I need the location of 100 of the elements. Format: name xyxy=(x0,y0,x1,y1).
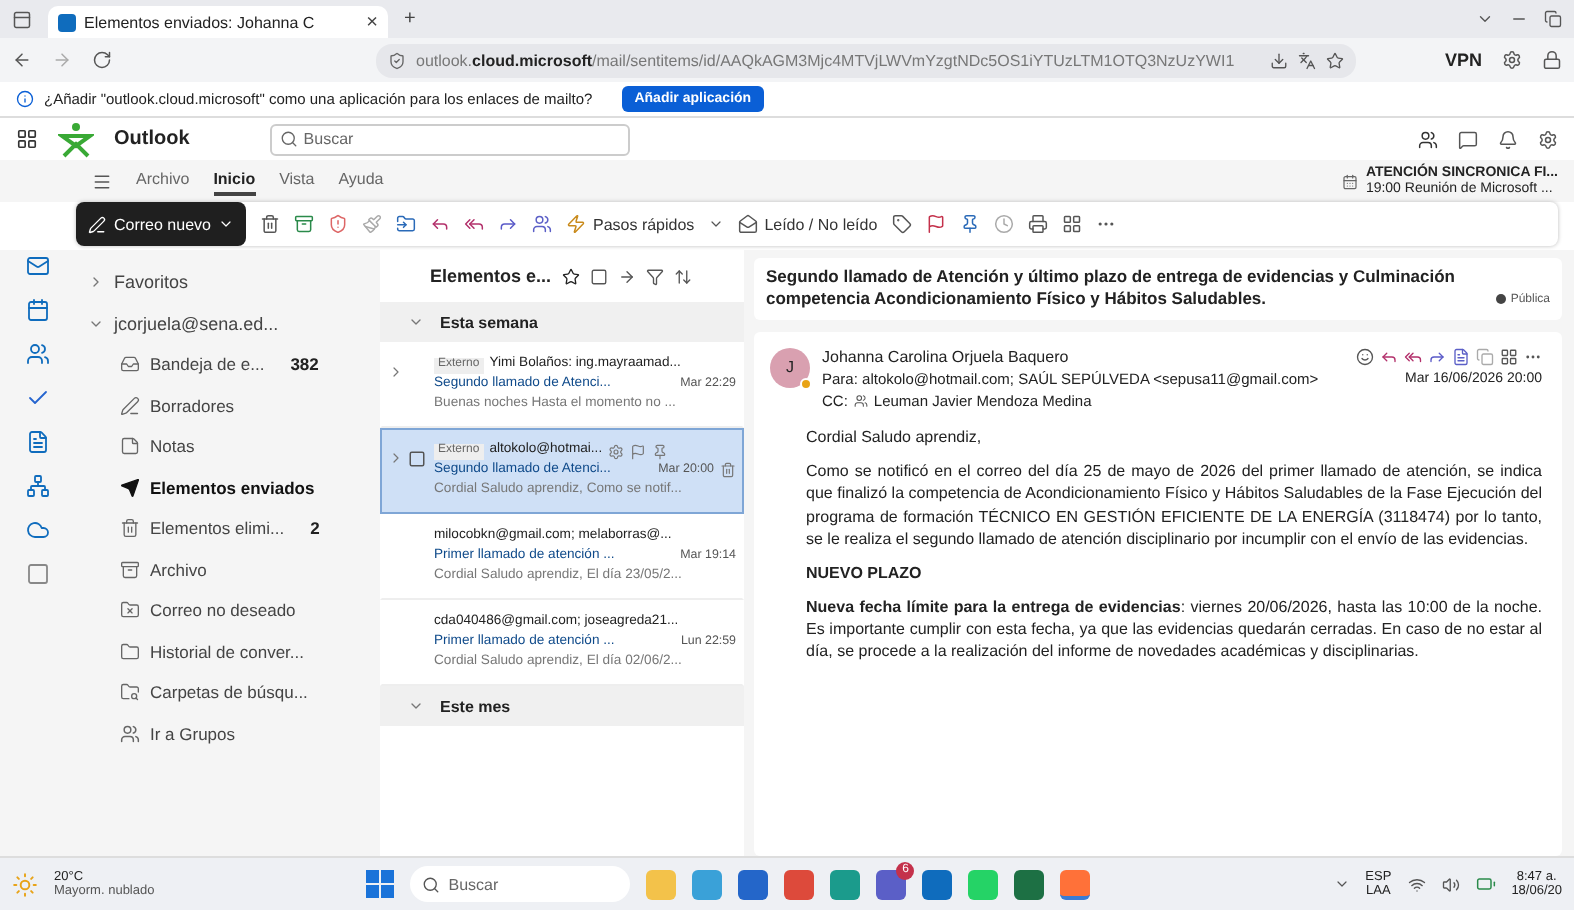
sort-icon[interactable] xyxy=(673,267,692,285)
sender-name: Johanna Carolina Orjuela Baquero xyxy=(822,347,1069,366)
tag-icon[interactable] xyxy=(891,214,912,234)
folder-item[interactable]: Correo no deseado xyxy=(76,590,380,631)
quick-steps-button[interactable]: Pasos rápidos xyxy=(566,214,695,234)
restore-icon[interactable] xyxy=(1544,10,1562,28)
taskbar-app-icon[interactable] xyxy=(922,869,953,899)
report-icon[interactable] xyxy=(328,214,349,234)
compose-icon xyxy=(88,215,106,233)
forward-icon[interactable] xyxy=(1428,347,1446,366)
taskbar-search[interactable]: Buscar xyxy=(410,866,631,902)
avatar: J xyxy=(770,347,810,388)
vpn-button[interactable]: VPN xyxy=(1444,50,1482,70)
taskbar-app-icon[interactable] xyxy=(692,869,723,899)
volume-icon[interactable] xyxy=(1441,875,1460,893)
group-header[interactable]: Este mes xyxy=(380,686,744,726)
cloud-icon[interactable] xyxy=(26,518,50,542)
settings-icon[interactable] xyxy=(1538,129,1558,149)
ribbon-tab[interactable]: Vista xyxy=(279,166,315,196)
install-icon[interactable] xyxy=(1270,51,1288,69)
menu-icon[interactable] xyxy=(92,171,112,191)
apps-icon[interactable] xyxy=(1500,347,1518,366)
forward-icon[interactable] xyxy=(498,214,519,234)
chevron-down-icon[interactable] xyxy=(708,216,725,232)
taskbar-app-icon[interactable] xyxy=(738,869,769,899)
taskbar-app-icon[interactable] xyxy=(784,869,815,899)
move-folder-icon[interactable] xyxy=(396,214,417,234)
folder-item[interactable]: Historial de conver... xyxy=(76,631,380,672)
folder-item[interactable]: Borradores xyxy=(76,385,380,426)
close-tab-button[interactable]: × xyxy=(366,11,378,33)
emoji-icon[interactable] xyxy=(1356,347,1374,366)
printer-icon[interactable] xyxy=(1027,214,1048,234)
wifi-icon[interactable] xyxy=(1407,875,1426,893)
reply-all-icon[interactable] xyxy=(464,214,485,234)
taskbar-app-icon[interactable] xyxy=(830,869,861,899)
hierarchy-icon[interactable] xyxy=(26,474,50,498)
star-icon[interactable] xyxy=(561,267,580,285)
check-icon[interactable] xyxy=(26,386,50,410)
pin-icon[interactable] xyxy=(652,443,669,460)
reply-icon[interactable] xyxy=(430,214,451,234)
battery-icon[interactable] xyxy=(1475,874,1496,894)
apps-icon[interactable] xyxy=(1061,214,1082,234)
app-launcher-icon[interactable] xyxy=(16,128,38,150)
gear-icon[interactable] xyxy=(608,443,625,460)
address-bar[interactable]: outlook.cloud.microsoft/mail/sentitems/id/AAQkAGM3Mjc4MTVjLWVmYzgtNDc5OS1iYTUzLTM1OTQ3NzUzYWI1 xyxy=(376,43,1356,77)
filter-icon[interactable] xyxy=(645,267,664,285)
search-field[interactable]: Buscar xyxy=(269,123,630,155)
search-icon xyxy=(422,875,441,893)
new-mail-button[interactable]: Correo nuevo xyxy=(76,202,247,246)
bookmark-star-icon[interactable] xyxy=(1326,51,1344,69)
group-header[interactable]: Esta semana xyxy=(380,302,744,342)
taskbar-app-icon[interactable] xyxy=(1060,869,1091,899)
lock-icon[interactable] xyxy=(1542,50,1562,70)
folder-item[interactable]: Bandeja de e... 382 xyxy=(76,344,380,385)
folder-item[interactable]: Elementos elimi... 2 xyxy=(76,508,380,549)
reply-all-icon[interactable] xyxy=(1404,347,1422,366)
taskbar-app-icon[interactable] xyxy=(1014,869,1045,899)
translate-icon[interactable] xyxy=(1298,51,1316,69)
account-folder[interactable]: jcorjuela@sena.ed... xyxy=(114,313,279,334)
select-icon[interactable] xyxy=(589,267,608,285)
send-icon xyxy=(120,477,140,498)
calendar-icon[interactable] xyxy=(26,298,50,322)
bell-icon[interactable] xyxy=(1498,129,1518,149)
folder-item[interactable]: Carpetas de búsqu... xyxy=(76,672,380,713)
reply-icon[interactable] xyxy=(1380,347,1398,366)
note-icon xyxy=(120,436,140,457)
people-icon[interactable] xyxy=(26,342,50,366)
folder-item[interactable]: Archivo xyxy=(76,549,380,590)
ribbon-tab[interactable]: Archivo xyxy=(136,166,190,196)
reload-icon[interactable] xyxy=(92,50,112,70)
mail-icon[interactable] xyxy=(26,254,50,278)
new-tab-button[interactable]: + xyxy=(404,8,416,30)
url-text: outlook.cloud.microsoft/mail/sentitems/id/AAQkAGM3Mjc4MTVjLWVmYzgtNDc5OS1iYTUzLTM1OTQ3NzUzYWI1 xyxy=(416,51,1237,69)
trash-icon[interactable] xyxy=(260,214,281,234)
start-icon[interactable] xyxy=(366,870,395,898)
checkbox[interactable] xyxy=(408,450,426,468)
folder-item[interactable]: Notas xyxy=(76,426,380,467)
chevron-right-icon[interactable] xyxy=(88,274,104,291)
flag-icon[interactable] xyxy=(925,214,946,234)
document-icon[interactable] xyxy=(26,430,50,454)
tab-list-icon[interactable] xyxy=(12,9,32,29)
chevron-down-icon[interactable] xyxy=(408,698,424,714)
pin-icon[interactable] xyxy=(959,214,980,234)
archive-icon[interactable] xyxy=(294,214,315,234)
chevron-down-icon[interactable] xyxy=(1476,10,1494,28)
chevron-right-icon[interactable] xyxy=(388,450,404,466)
chevron-down-icon[interactable] xyxy=(408,314,424,330)
square-icon[interactable] xyxy=(26,562,50,586)
favorites-folder[interactable]: Favoritos xyxy=(114,272,189,293)
back-icon[interactable] xyxy=(12,50,32,70)
trash-icon[interactable] xyxy=(720,462,736,479)
folder-item[interactable]: Elementos enviados xyxy=(76,467,380,508)
chat-icon[interactable] xyxy=(1458,129,1478,149)
ribbon-tab[interactable]: Inicio xyxy=(213,166,256,196)
flag-icon[interactable] xyxy=(630,443,647,460)
groups-link[interactable]: Ir a Grupos xyxy=(76,713,380,754)
ribbon-tab[interactable]: Ayuda xyxy=(338,166,384,196)
browser-tab[interactable]: Elementos enviados: Johanna C × xyxy=(48,6,388,38)
read-unread-button[interactable]: Leído / No leído xyxy=(738,214,878,234)
chevron-right-icon[interactable] xyxy=(388,364,404,380)
